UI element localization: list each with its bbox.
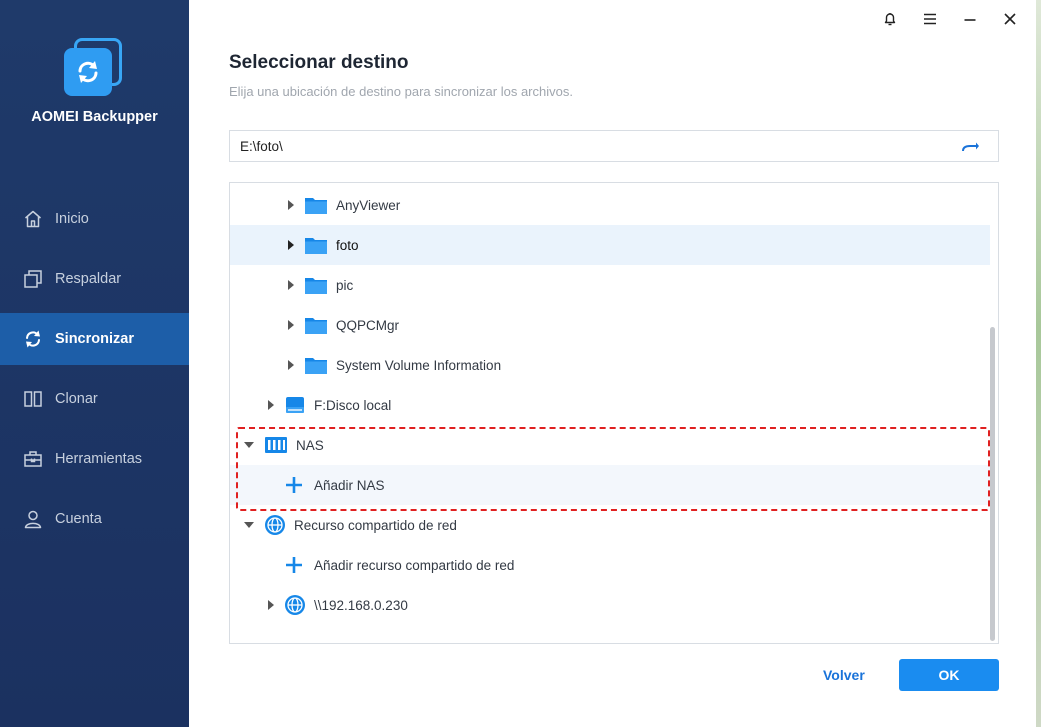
close-icon[interactable]	[990, 8, 1030, 30]
sync-logo-icon	[78, 61, 98, 83]
collapse-arrow-icon[interactable]	[244, 520, 254, 530]
window-controls	[870, 8, 1030, 30]
sidebar-item-label: Clonar	[55, 391, 98, 407]
ok-button[interactable]: OK	[899, 659, 999, 691]
collapse-arrow-icon[interactable]	[244, 440, 254, 450]
back-button[interactable]: Volver	[823, 667, 865, 683]
menu-icon[interactable]	[910, 8, 950, 30]
expand-arrow-icon[interactable]	[286, 320, 296, 330]
sidebar-item-respaldar[interactable]: Respaldar	[0, 253, 189, 305]
tree-item-label: Añadir NAS	[314, 477, 385, 493]
tree-item-label: NAS	[296, 437, 324, 453]
sidebar-item-label: Sincronizar	[55, 331, 134, 347]
expand-arrow-icon[interactable]	[266, 400, 276, 410]
home-icon	[22, 208, 44, 230]
page-title: Seleccionar destino	[229, 52, 409, 73]
page-subtitle: Elija una ubicación de destino para sinc…	[229, 84, 573, 99]
expand-arrow-icon[interactable]	[286, 200, 296, 210]
destination-tree: AnyViewer foto pic QQPCMgr System Volume…	[229, 182, 999, 644]
sidebar-item-clonar[interactable]: Clonar	[0, 373, 189, 425]
sync-icon	[22, 328, 44, 350]
expand-arrow-icon[interactable]	[286, 360, 296, 370]
toolbox-icon	[22, 448, 44, 470]
expand-arrow-icon[interactable]	[286, 240, 296, 250]
bell-icon[interactable]	[870, 8, 910, 30]
tree-item-label: \\192.168.0.230	[314, 597, 408, 613]
tree-item-label: pic	[336, 277, 354, 293]
tree-item-label: Añadir recurso compartido de red	[314, 557, 515, 573]
tree-item-nas[interactable]: NAS	[230, 425, 990, 465]
folder-icon	[304, 315, 328, 335]
add-nas-button[interactable]: Añadir NAS	[230, 465, 990, 505]
user-icon	[22, 508, 44, 530]
tree-item-anyviewer[interactable]: AnyViewer	[230, 185, 990, 225]
folder-icon	[304, 195, 328, 215]
tree-item-label: foto	[336, 237, 359, 253]
plus-icon	[284, 555, 304, 575]
drive-icon	[284, 395, 306, 415]
tree-item-foto[interactable]: foto	[230, 225, 990, 265]
path-input[interactable]: E:\foto\	[229, 130, 999, 162]
sidebar-item-label: Herramientas	[55, 451, 143, 467]
add-network-share-button[interactable]: Añadir recurso compartido de red	[230, 545, 990, 585]
backup-icon	[22, 268, 44, 290]
nas-icon	[264, 436, 288, 454]
tree-item-label: AnyViewer	[336, 197, 401, 213]
folder-icon	[304, 235, 328, 255]
tree-item-pic[interactable]: pic	[230, 265, 990, 305]
globe-icon	[284, 594, 306, 616]
background-strip	[1036, 0, 1041, 727]
path-value: E:\foto\	[240, 138, 283, 154]
sidebar-item-cuenta[interactable]: Cuenta	[0, 493, 189, 545]
sidebar-item-label: Cuenta	[55, 511, 102, 527]
tree-item-label: F:Disco local	[314, 397, 392, 413]
sidebar-item-label: Respaldar	[55, 271, 122, 287]
clone-icon	[22, 388, 44, 410]
go-arrow-icon[interactable]	[960, 138, 980, 156]
sidebar-item-label: Inicio	[55, 211, 89, 227]
app-name: AOMEI Backupper	[31, 109, 158, 125]
main-panel: Seleccionar destino Elija una ubicación …	[189, 0, 1036, 727]
tree-item-label: System Volume Information	[336, 357, 502, 373]
tree-item-label: Recurso compartido de red	[294, 517, 457, 533]
tree-item-qqpcmgr[interactable]: QQPCMgr	[230, 305, 990, 345]
folder-icon	[304, 355, 328, 375]
folder-icon	[304, 275, 328, 295]
tree-item-network-host[interactable]: \\192.168.0.230	[230, 585, 990, 625]
sidebar-item-inicio[interactable]: Inicio	[0, 193, 189, 245]
sidebar: AOMEI Backupper Inicio Respaldar Sincron…	[0, 0, 189, 727]
globe-icon	[264, 514, 286, 536]
plus-icon	[284, 475, 304, 495]
tree-scrollbar[interactable]	[990, 327, 995, 641]
expand-arrow-icon[interactable]	[286, 280, 296, 290]
app-logo	[64, 38, 124, 98]
minimize-icon[interactable]	[950, 8, 990, 30]
tree-item-disco-local-f[interactable]: F:Disco local	[230, 385, 990, 425]
tree-item-system-volume-information[interactable]: System Volume Information	[230, 345, 990, 385]
sidebar-item-herramientas[interactable]: Herramientas	[0, 433, 189, 485]
tree-item-network-share[interactable]: Recurso compartido de red	[230, 505, 990, 545]
tree-item-label: QQPCMgr	[336, 317, 400, 333]
sidebar-item-sincronizar[interactable]: Sincronizar	[0, 313, 189, 365]
expand-arrow-icon[interactable]	[266, 600, 276, 610]
